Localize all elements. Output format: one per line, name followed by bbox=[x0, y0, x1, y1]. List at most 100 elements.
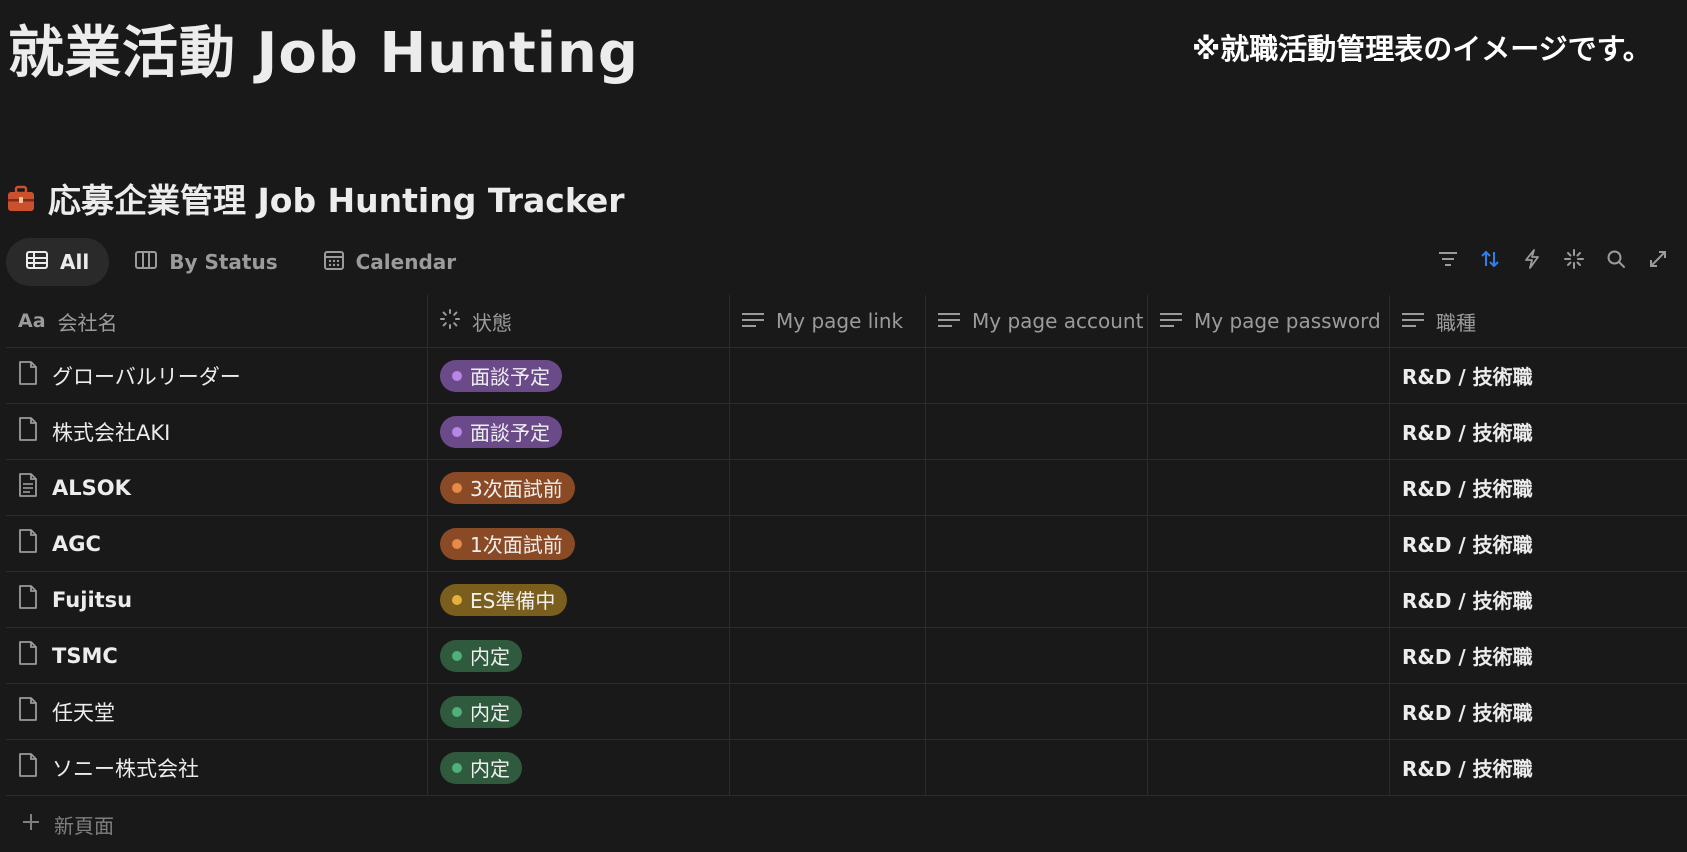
column-header-my-page-account[interactable]: My page account bbox=[926, 295, 1148, 347]
status-cell[interactable]: 面談予定 bbox=[428, 404, 730, 459]
job-type-cell[interactable]: R&D / 技術職 bbox=[1390, 740, 1687, 795]
status-badge[interactable]: 面談予定 bbox=[440, 415, 562, 448]
ai-sparkle-icon[interactable] bbox=[1563, 248, 1585, 270]
my-page-account-cell[interactable] bbox=[926, 348, 1148, 403]
status-badge[interactable]: 内定 bbox=[440, 695, 522, 728]
job-type-cell[interactable]: R&D / 技術職 bbox=[1390, 684, 1687, 739]
job-type-value: R&D / 技術職 bbox=[1402, 757, 1533, 781]
automation-icon[interactable] bbox=[1521, 248, 1543, 270]
my-page-account-cell[interactable] bbox=[926, 460, 1148, 515]
column-header-my-page-link[interactable]: My page link bbox=[730, 295, 926, 347]
job-type-cell[interactable]: R&D / 技術職 bbox=[1390, 572, 1687, 627]
status-label: 面談予定 bbox=[470, 421, 550, 445]
column-header-company[interactable]: Aa 会社名 bbox=[6, 295, 428, 347]
my-page-account-cell[interactable] bbox=[926, 572, 1148, 627]
database-title[interactable]: 応募企業管理 Job Hunting Tracker bbox=[6, 174, 625, 222]
status-icon bbox=[440, 308, 460, 334]
my-page-password-cell[interactable] bbox=[1148, 684, 1390, 739]
my-page-link-cell[interactable] bbox=[730, 572, 926, 627]
status-cell[interactable]: ES準備中 bbox=[428, 572, 730, 627]
table-row[interactable]: 株式会社AKI 面談予定 R&D / 技術職 bbox=[6, 404, 1687, 460]
job-type-value: R&D / 技術職 bbox=[1402, 477, 1533, 501]
job-type-cell[interactable]: R&D / 技術職 bbox=[1390, 404, 1687, 459]
status-dot bbox=[452, 426, 462, 437]
company-name-cell[interactable]: TSMC bbox=[6, 628, 428, 683]
my-page-link-cell[interactable] bbox=[730, 740, 926, 795]
my-page-account-cell[interactable] bbox=[926, 628, 1148, 683]
plus-icon bbox=[22, 812, 40, 836]
status-badge[interactable]: 内定 bbox=[440, 751, 522, 784]
company-name-cell[interactable]: AGC bbox=[6, 516, 428, 571]
status-cell[interactable]: 3次面試前 bbox=[428, 460, 730, 515]
my-page-password-cell[interactable] bbox=[1148, 516, 1390, 571]
column-label: My page link bbox=[776, 309, 904, 333]
my-page-password-cell[interactable] bbox=[1148, 628, 1390, 683]
my-page-password-cell[interactable] bbox=[1148, 460, 1390, 515]
job-type-cell[interactable]: R&D / 技術職 bbox=[1390, 516, 1687, 571]
my-page-link-cell[interactable] bbox=[730, 628, 926, 683]
table-icon bbox=[26, 250, 48, 274]
my-page-link-cell[interactable] bbox=[730, 516, 926, 571]
job-type-value: R&D / 技術職 bbox=[1402, 645, 1533, 669]
status-cell[interactable]: 内定 bbox=[428, 628, 730, 683]
status-badge[interactable]: 内定 bbox=[440, 639, 522, 672]
status-label: 内定 bbox=[470, 701, 510, 725]
search-icon[interactable] bbox=[1605, 248, 1627, 270]
job-type-cell[interactable]: R&D / 技術職 bbox=[1390, 460, 1687, 515]
table-row[interactable]: Fujitsu ES準備中 R&D / 技術職 bbox=[6, 572, 1687, 628]
status-badge[interactable]: 3次面試前 bbox=[440, 471, 575, 504]
my-page-password-cell[interactable] bbox=[1148, 404, 1390, 459]
status-cell[interactable]: 内定 bbox=[428, 684, 730, 739]
company-name: 任天堂 bbox=[52, 700, 115, 725]
my-page-link-cell[interactable] bbox=[730, 684, 926, 739]
my-page-account-cell[interactable] bbox=[926, 404, 1148, 459]
my-page-password-cell[interactable] bbox=[1148, 348, 1390, 403]
text-lines-icon bbox=[1160, 309, 1182, 333]
company-name-cell[interactable]: ソニー株式会社 bbox=[6, 740, 428, 795]
tab-calendar[interactable]: Calendar bbox=[304, 238, 477, 286]
tab-by-status[interactable]: By Status bbox=[115, 238, 297, 286]
table-row[interactable]: グローバルリーダー 面談予定 R&D / 技術職 bbox=[6, 348, 1687, 404]
my-page-account-cell[interactable] bbox=[926, 516, 1148, 571]
status-dot bbox=[452, 482, 462, 493]
column-header-job-type[interactable]: 職種 bbox=[1390, 295, 1687, 347]
my-page-account-cell[interactable] bbox=[926, 684, 1148, 739]
my-page-account-cell[interactable] bbox=[926, 740, 1148, 795]
company-name-cell[interactable]: ALSOK bbox=[6, 460, 428, 515]
sort-icon[interactable] bbox=[1479, 248, 1501, 270]
table-row[interactable]: 任天堂 内定 R&D / 技術職 bbox=[6, 684, 1687, 740]
status-badge[interactable]: 1次面試前 bbox=[440, 527, 575, 560]
table-row[interactable]: ソニー株式会社 内定 R&D / 技術職 bbox=[6, 740, 1687, 796]
table-row[interactable]: AGC 1次面試前 R&D / 技術職 bbox=[6, 516, 1687, 572]
company-name: Fujitsu bbox=[52, 587, 133, 612]
status-cell[interactable]: 面談予定 bbox=[428, 348, 730, 403]
table-row[interactable]: ALSOK 3次面試前 R&D / 技術職 bbox=[6, 460, 1687, 516]
expand-icon[interactable] bbox=[1647, 248, 1669, 270]
status-cell[interactable]: 内定 bbox=[428, 740, 730, 795]
column-header-status[interactable]: 状態 bbox=[428, 295, 730, 347]
status-badge[interactable]: 面談予定 bbox=[440, 359, 562, 392]
company-name-cell[interactable]: Fujitsu bbox=[6, 572, 428, 627]
my-page-link-cell[interactable] bbox=[730, 460, 926, 515]
company-name-cell[interactable]: 任天堂 bbox=[6, 684, 428, 739]
job-type-cell[interactable]: R&D / 技術職 bbox=[1390, 628, 1687, 683]
tab-all[interactable]: All bbox=[6, 238, 110, 286]
tab-calendar-label: Calendar bbox=[355, 250, 457, 274]
my-page-link-cell[interactable] bbox=[730, 348, 926, 403]
calendar-icon bbox=[323, 250, 344, 275]
status-badge[interactable]: ES準備中 bbox=[440, 583, 568, 616]
filter-icon[interactable] bbox=[1437, 248, 1459, 270]
company-name-cell[interactable]: グローバルリーダー bbox=[6, 348, 428, 403]
table-row[interactable]: TSMC 内定 R&D / 技術職 bbox=[6, 628, 1687, 684]
new-page-button[interactable]: 新頁面 bbox=[6, 796, 1687, 852]
my-page-password-cell[interactable] bbox=[1148, 740, 1390, 795]
job-type-cell[interactable]: R&D / 技術職 bbox=[1390, 348, 1687, 403]
company-name-cell[interactable]: 株式会社AKI bbox=[6, 404, 428, 459]
column-header-my-page-password[interactable]: My page password bbox=[1148, 295, 1390, 347]
my-page-password-cell[interactable] bbox=[1148, 572, 1390, 627]
my-page-link-cell[interactable] bbox=[730, 404, 926, 459]
status-dot bbox=[452, 370, 462, 381]
status-cell[interactable]: 1次面試前 bbox=[428, 516, 730, 571]
status-label: 3次面試前 bbox=[470, 477, 563, 501]
status-label: ES準備中 bbox=[470, 589, 556, 613]
